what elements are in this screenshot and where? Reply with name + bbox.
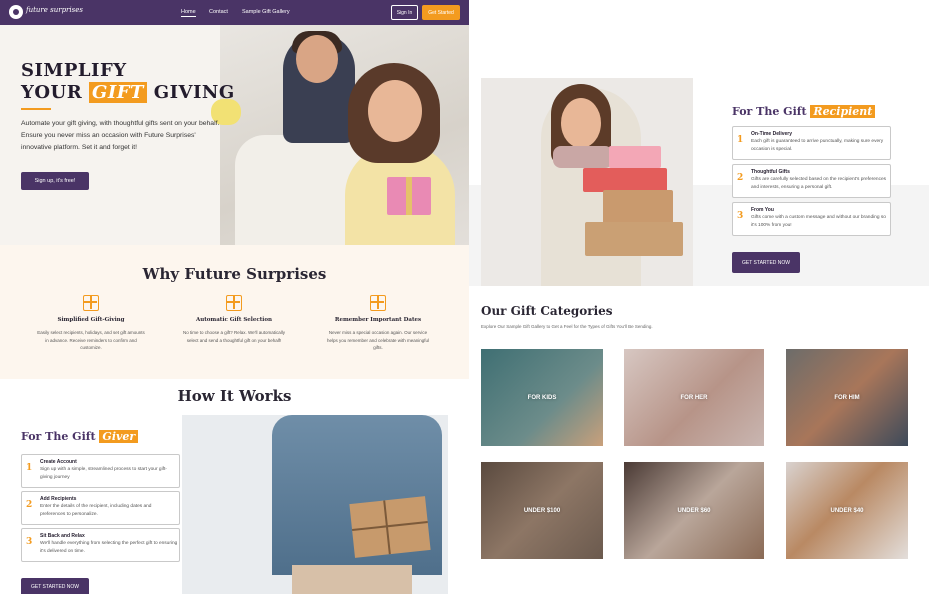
categories-title: Our Gift Categories: [481, 304, 613, 318]
step-card: 2 Thoughtful Gifts Gifts are carefully s…: [732, 164, 891, 198]
feature-card: Simplified Gift-Giving Easily select rec…: [36, 295, 146, 352]
sign-in-button[interactable]: Sign In: [391, 5, 418, 20]
get-started-now-button[interactable]: GET STARTED NOW: [21, 578, 89, 594]
step-card: 3 From You Gifts come with a custom mess…: [732, 202, 891, 236]
category-card-under-60[interactable]: UNDER $60: [624, 462, 764, 559]
hero-section: SIMPLIFY YOUR GIFT GIVING Automate your …: [0, 25, 469, 245]
why-section: Why Future Surprises Simplified Gift-Giv…: [0, 245, 469, 379]
why-title: Why Future Surprises: [142, 265, 327, 283]
gift-icon: [83, 295, 99, 311]
signup-button[interactable]: Sign up, it's free!: [21, 172, 89, 190]
category-card-under-100[interactable]: UNDER $100: [481, 462, 603, 559]
feature-card: Automatic Gift Selection No time to choo…: [179, 295, 289, 344]
how-it-works-title: How It Works: [177, 387, 292, 405]
giver-photo: [182, 415, 448, 594]
nav-link-contact[interactable]: Contact: [209, 9, 228, 15]
feature-card: Remember Important Dates Never miss a sp…: [323, 295, 433, 352]
landing-page-preview-right: For The Gift Recipient 1 On-Time Deliver…: [469, 0, 929, 594]
step-card: 3 Sit Back and Relax We'll handle everyt…: [21, 528, 180, 562]
recipient-photo: [481, 78, 693, 286]
category-card-under-40[interactable]: UNDER $40: [786, 462, 908, 559]
parcel-image: [349, 496, 431, 558]
category-card-for-kids[interactable]: FOR KIDS: [481, 349, 603, 446]
step-card: 1 On-Time Delivery Each gift is guarante…: [732, 126, 891, 160]
categories-subtitle: Explore Our Sample Gift Gallery to Get a…: [481, 324, 653, 329]
category-card-for-him[interactable]: FOR HIM: [786, 349, 908, 446]
logo-text[interactable]: future surprises: [26, 6, 83, 14]
hero-description: Automate your gift giving, with thoughtf…: [21, 120, 220, 151]
giver-title: For The Gift Giver: [21, 430, 139, 443]
gift-icon: [226, 295, 242, 311]
step-card: 2 Add Recipients Enter the details of th…: [21, 491, 180, 525]
recipient-get-started-button[interactable]: GET STARTED NOW: [732, 252, 800, 273]
step-card: 1 Create Account Sign up with a simple, …: [21, 454, 180, 488]
gift-icon: [370, 295, 386, 311]
nav-link-home[interactable]: Home: [181, 9, 196, 17]
nav-link-gallery[interactable]: Sample Gift Gallery: [242, 9, 290, 15]
logo-icon[interactable]: [9, 5, 23, 19]
hero-title: SIMPLIFY YOUR GIFT GIVING: [21, 60, 235, 103]
category-card-for-her[interactable]: FOR HER: [624, 349, 764, 446]
landing-page-preview-left: future surprises Home Contact Sample Gif…: [0, 0, 469, 594]
hero-accent-underline: [21, 108, 51, 110]
get-started-button[interactable]: Get Started: [422, 5, 460, 20]
top-nav-bar: future surprises Home Contact Sample Gif…: [0, 0, 469, 25]
recipient-title: For The Gift Recipient: [732, 105, 876, 118]
